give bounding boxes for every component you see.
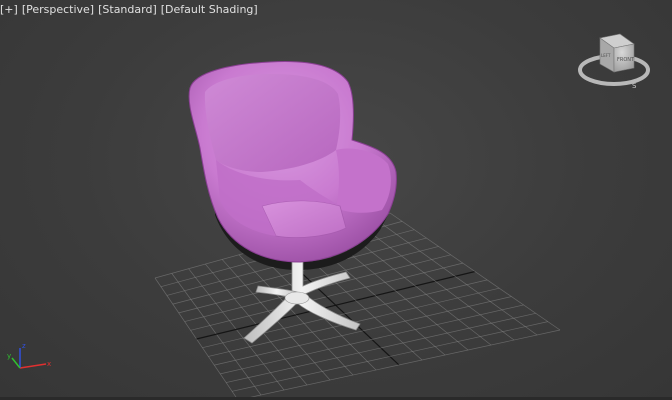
chair-seat-cushion bbox=[261, 200, 347, 238]
viewcube-left-label: LEFT bbox=[601, 53, 611, 58]
axis-y-line bbox=[11, 357, 21, 369]
axis-y-label: y bbox=[7, 352, 11, 360]
perspective-viewport[interactable]: [+] [Perspective] [Standard] [Default Sh… bbox=[0, 0, 672, 400]
chair-backrest-inner bbox=[204, 74, 341, 172]
home-grid-line bbox=[389, 212, 561, 331]
viewcube[interactable]: FRONT LEFT S bbox=[578, 33, 650, 90]
axis-z-label: z bbox=[22, 342, 26, 350]
home-grid-line bbox=[231, 321, 548, 392]
axis-x-label: x bbox=[47, 360, 51, 368]
home-grid-line bbox=[237, 329, 561, 400]
axis-tripod: x z y bbox=[7, 342, 51, 369]
viewcube-front-label: FRONT bbox=[617, 57, 635, 63]
axis-x-line bbox=[19, 363, 47, 369]
viewcube-compass-south: S bbox=[632, 82, 637, 90]
chair-model[interactable] bbox=[188, 61, 397, 344]
scene-canvas[interactable]: FRONT LEFT S x z y bbox=[0, 0, 672, 400]
